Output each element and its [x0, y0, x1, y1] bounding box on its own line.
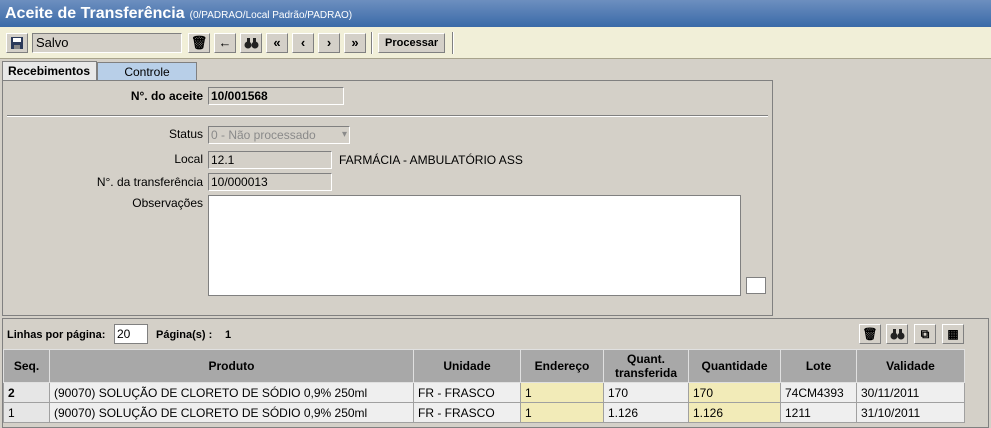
last-icon[interactable]: »	[344, 32, 366, 53]
cell-validade: 31/10/2011	[856, 402, 965, 423]
grid-panel: Linhas por página: 20 Página(s) : 1 🗑 ⧉ …	[2, 318, 989, 428]
save-icon[interactable]	[6, 32, 28, 53]
col-lote[interactable]: Lote	[780, 349, 857, 383]
divider	[7, 115, 768, 117]
separator	[371, 31, 373, 54]
items-table: Seq. Produto Unidade Endereço Quant. tra…	[3, 349, 965, 423]
cell-endereco[interactable]: 1	[520, 382, 604, 403]
window-title: Aceite de Transferência	[5, 4, 185, 22]
local-label: Local	[174, 152, 203, 166]
cell-seq: 1	[3, 402, 50, 423]
col-validade[interactable]: Validade	[856, 349, 965, 383]
cell-seq: 2	[3, 382, 50, 403]
transfer-field[interactable]: 10/000013	[208, 173, 332, 191]
table-row[interactable]: 2 (90070) SOLUÇÃO DE CLORETO DE SÓDIO 0,…	[3, 382, 965, 403]
transfer-label: N°. da transferência	[96, 175, 203, 189]
col-seq[interactable]: Seq.	[3, 349, 50, 383]
cell-lote: 74CM4393	[780, 382, 857, 403]
previous-icon[interactable]: ‹	[292, 32, 314, 53]
cell-quantidade[interactable]: 170	[688, 382, 781, 403]
pages-label: Página(s) :	[156, 329, 213, 341]
arrow-left-icon[interactable]: ←	[214, 32, 236, 53]
aceite-label: N°. do aceite	[130, 89, 203, 103]
local-name: FARMÁCIA - AMBULATÓRIO ASS	[339, 153, 523, 167]
chevron-down-icon: ▾	[341, 129, 347, 140]
lines-label: Linhas por página:	[7, 329, 106, 341]
grid-trash-icon[interactable]: 🗑	[859, 324, 881, 344]
separator	[452, 31, 455, 54]
local-code-field[interactable]: 12.1	[208, 151, 332, 169]
process-button[interactable]: Processar	[378, 32, 446, 53]
cell-validade: 30/11/2011	[856, 382, 965, 403]
col-quantidade[interactable]: Quantidade	[688, 349, 781, 383]
table-row[interactable]: 1 (90070) SOLUÇÃO DE CLORETO DE SÓDIO 0,…	[3, 402, 965, 423]
copy-icon[interactable]: ⧉	[914, 324, 936, 344]
observations-textarea[interactable]	[208, 195, 741, 296]
status-field: Salvo	[32, 32, 182, 53]
toolbar: Salvo 🗑 ← « ‹ › » Processar	[0, 27, 991, 59]
status-select[interactable]: 0 - Não processado ▾	[208, 126, 350, 144]
lines-input[interactable]: 20	[114, 324, 148, 344]
title-bar: Aceite de Transferência (0/PADRAO/Local …	[0, 0, 991, 27]
next-icon[interactable]: ›	[318, 32, 340, 53]
cell-quant-transferida: 1.126	[603, 402, 689, 423]
col-quant-transferida[interactable]: Quant. transferida	[603, 349, 689, 383]
cell-quantidade[interactable]: 1.126	[688, 402, 781, 423]
cell-produto: (90070) SOLUÇÃO DE CLORETO DE SÓDIO 0,9%…	[49, 402, 414, 423]
tab-recebimentos[interactable]: Recebimentos	[2, 61, 97, 80]
expand-icon[interactable]	[746, 277, 766, 294]
col-endereco[interactable]: Endereço	[520, 349, 604, 383]
aceite-field: 10/001568	[208, 87, 344, 105]
tab-controle[interactable]: Controle	[97, 62, 197, 81]
cell-unidade: FR - FRASCO	[413, 382, 521, 403]
cell-quant-transferida: 170	[603, 382, 689, 403]
tab-bar: Recebimentos Controle	[2, 61, 197, 81]
trash-icon[interactable]: 🗑	[188, 32, 210, 53]
col-unidade[interactable]: Unidade	[413, 349, 521, 383]
form-panel: N°. do aceite 10/001568 Status 0 - Não p…	[2, 80, 773, 316]
cell-endereco[interactable]: 1	[520, 402, 604, 423]
grid-binoculars-icon[interactable]	[886, 324, 908, 344]
binoculars-icon[interactable]	[240, 32, 262, 53]
first-icon[interactable]: «	[266, 32, 288, 53]
obs-label: Observações	[132, 196, 203, 210]
cell-lote: 1211	[780, 402, 857, 423]
window-path: (0/PADRAO/Local Padrão/PADRAO)	[189, 9, 353, 21]
status-label: Status	[168, 127, 203, 141]
cell-unidade: FR - FRASCO	[413, 402, 521, 423]
columns-icon[interactable]: ▦	[942, 324, 964, 344]
col-produto[interactable]: Produto	[49, 349, 414, 383]
cell-produto: (90070) SOLUÇÃO DE CLORETO DE SÓDIO 0,9%…	[49, 382, 414, 403]
pages-value: 1	[225, 329, 232, 341]
